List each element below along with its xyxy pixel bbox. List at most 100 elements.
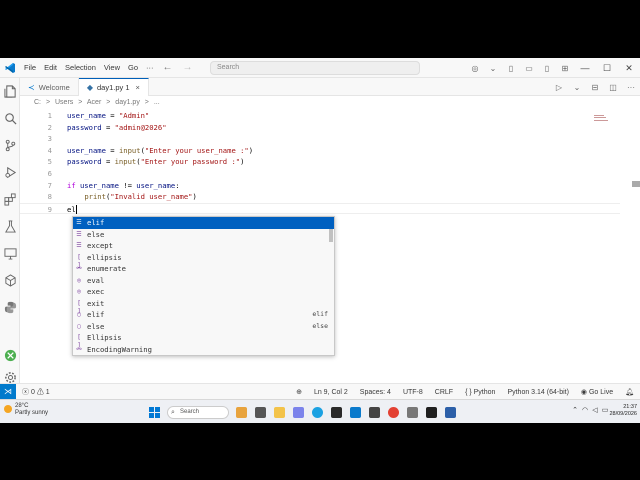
weather-widget[interactable]: 28°C Partly sunny [4,403,48,417]
terminal-icon[interactable] [422,403,440,421]
breadcrumb-drive[interactable]: C: [34,99,41,106]
code-line[interactable]: 4 user_name = input("Enter your user_name… [20,145,620,157]
indentation[interactable]: Spaces: 4 [354,389,397,396]
code-text[interactable]: user_name = input("Enter your user_name … [67,145,253,157]
containers-icon[interactable] [0,267,20,294]
breadcrumb-more[interactable]: ... [154,99,160,106]
testing-icon[interactable] [0,213,20,240]
code-line[interactable]: 5 password = input("Enter your password :… [20,156,620,168]
volume-icon[interactable]: ◁ [590,406,600,414]
customize-layout-icon[interactable]: ⊞ [556,64,574,73]
wifi-icon[interactable]: ◠ [580,406,590,414]
suggestion-item[interactable]: [ ] ellipsis [73,252,334,269]
forward-arrow-icon[interactable]: → [183,62,193,73]
source-control-icon[interactable] [0,132,20,159]
taskbar-search[interactable]: Search [167,405,229,419]
settings-app-icon[interactable] [403,403,421,421]
chevron-down-icon[interactable]: ⌄ [484,64,502,73]
code-line[interactable]: 1 user_name = "Admin" [20,110,620,122]
suggestion-item[interactable]: ☰ elif [73,217,334,229]
code-text[interactable]: password = "admin@2026" [67,122,167,134]
close-icon[interactable]: ✕ [618,63,640,74]
split-editor-icon[interactable]: ◫ [604,83,622,92]
code-line[interactable]: 9 el [20,202,620,216]
suggestion-item[interactable]: [ ] Ellipsis [73,332,334,349]
start-windows-icon[interactable] [145,403,163,421]
back-arrow-icon[interactable]: ← [163,62,173,73]
remote-indicator-icon[interactable]: ⋊ [0,383,16,400]
more-menu-icon[interactable]: ··· [142,63,158,72]
suggestion-item[interactable]: ▢ else else [73,321,334,333]
menu-selection[interactable]: Selection [61,63,100,72]
suggestion-item[interactable]: ⚯ EncodingWarning [73,344,334,356]
run-python-file-icon[interactable]: ▷ [550,83,568,92]
store-icon[interactable] [365,403,383,421]
go-live-button[interactable]: ◉ Go Live [575,388,619,396]
edge-icon[interactable] [308,403,326,421]
python-interpreter[interactable]: Python 3.14 (64-bit) [501,389,574,396]
minimize-icon[interactable]: — [574,63,596,73]
command-search-input[interactable]: Search [210,61,420,75]
suggestion-item[interactable]: [ ] exit [73,298,334,315]
toggle-primary-sidebar-icon[interactable]: ▯ [502,64,520,73]
problems-status[interactable]: ⓧ 0 ⚠ 1 [16,387,56,397]
search-icon[interactable] [0,105,20,132]
suggestion-item[interactable]: ▢ elif elif [73,309,334,321]
chevron-up-icon[interactable]: ⌃ [570,406,580,414]
media-app-icon[interactable] [441,403,459,421]
maximize-icon[interactable]: ☐ [596,63,618,74]
menu-go[interactable]: Go [124,63,142,72]
code-text[interactable]: user_name = "Admin" [67,110,149,122]
notifications-bell-icon[interactable]: 🔔︎ [619,388,640,396]
breadcrumb-users[interactable]: Users [55,99,73,106]
python-icon[interactable] [0,294,20,321]
vscode-taskbar-icon[interactable] [346,403,364,421]
tab-day1-py[interactable]: ◆ day1.py 1 × [78,78,149,96]
breadcrumb-file[interactable]: day1.py [115,99,140,106]
explorer-icon[interactable] [0,78,20,105]
toggle-panel-icon[interactable]: ▭ [520,64,538,73]
end-of-line[interactable]: CRLF [429,389,459,396]
suggestion-item[interactable]: ☰ else [73,229,334,241]
breadcrumb-acer[interactable]: Acer [87,99,101,106]
suggestion-item[interactable]: ◎ exec [73,286,334,298]
task-view-icon[interactable] [251,403,269,421]
teams-icon[interactable] [289,403,307,421]
code-line[interactable]: 2 password = "admin@2026" [20,122,620,134]
run-debug-icon[interactable] [0,159,20,186]
minimap[interactable] [592,112,610,132]
suggestion-item[interactable]: ◎ eval [73,275,334,287]
zoom-icon[interactable]: ⊕ [290,388,308,396]
code-line[interactable]: 3 [20,133,620,145]
code-line[interactable]: 7 if user_name != user_name: [20,180,620,192]
menu-view[interactable]: View [100,63,124,72]
code-text[interactable]: if user_name != user_name: [67,180,180,192]
taskbar-widget-icon[interactable] [232,403,250,421]
scrollbar-thumb[interactable] [632,181,640,187]
copilot-icon[interactable]: ◎ [466,64,484,73]
tab-welcome[interactable]: ≺ Welcome [20,78,79,96]
cursor-position[interactable]: Ln 9, Col 2 [308,389,354,396]
close-tab-icon[interactable]: × [136,83,140,92]
code-line[interactable]: 6 [20,168,620,180]
menu-edit[interactable]: Edit [40,63,61,72]
chrome-icon[interactable] [384,403,402,421]
dropbox-icon[interactable] [327,403,345,421]
remote-explorer-icon[interactable] [0,240,20,267]
code-text[interactable]: print("Invalid user_name") [67,191,197,203]
code-text[interactable]: el [67,204,77,216]
toggle-secondary-sidebar-icon[interactable]: ▯ [538,64,556,73]
encoding[interactable]: UTF-8 [397,389,429,396]
language-mode[interactable]: { } Python [459,389,501,396]
file-explorer-icon[interactable] [270,403,288,421]
menu-file[interactable]: File [20,63,40,72]
suggestion-item[interactable]: ⚯ enumerate [73,263,334,275]
chevron-down-icon[interactable]: ⌄ [568,83,586,92]
open-changes-icon[interactable]: ⊟ [586,83,604,92]
code-line[interactable]: 8 print("Invalid user_name") [20,191,620,203]
clock[interactable]: 21:37 28/09/2026 [609,404,637,418]
suggestion-item[interactable]: ☰ except [73,240,334,252]
more-actions-icon[interactable]: ··· [622,83,640,92]
code-text[interactable]: password = input("Enter your password :"… [67,156,244,168]
extensions-icon[interactable] [0,186,20,213]
